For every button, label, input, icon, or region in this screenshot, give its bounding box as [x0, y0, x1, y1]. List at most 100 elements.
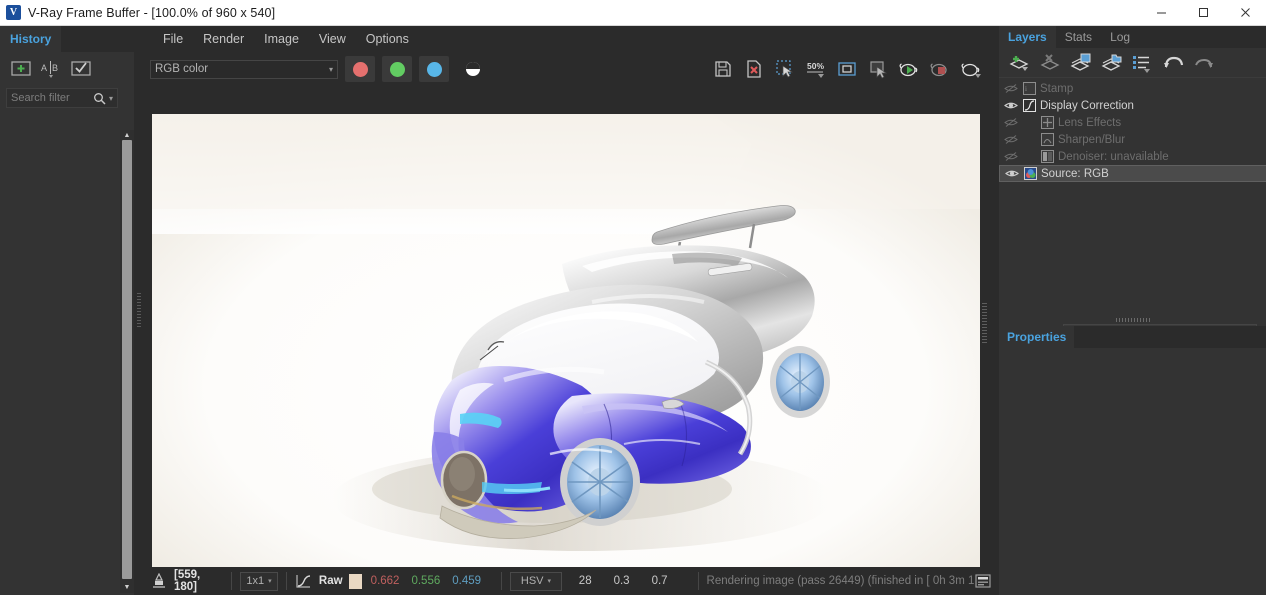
history-toolbar: A B [0, 52, 134, 86]
render-status-message: Rendering image (pass 26449) (finished i… [707, 575, 975, 587]
eye-off-icon[interactable] [1003, 117, 1019, 128]
zoom-50-percent-icon[interactable]: 50% [802, 55, 830, 83]
history-scrollbar[interactable]: ▲ ▼ [120, 130, 134, 593]
search-icon[interactable] [93, 92, 106, 105]
alpha-channel-button[interactable] [459, 55, 487, 83]
save-image-icon[interactable] [709, 55, 737, 83]
blue-channel-button[interactable] [419, 56, 449, 82]
layer-row[interactable]: i Stamp [999, 80, 1266, 97]
green-dot-icon [390, 62, 405, 77]
pixel-probe-icon[interactable] [152, 573, 166, 589]
add-history-icon[interactable] [10, 59, 32, 79]
splitter-grip [982, 303, 987, 343]
scroll-up-arrow[interactable]: ▲ [123, 131, 131, 139]
green-channel-button[interactable] [382, 56, 412, 82]
history-main-splitter[interactable] [134, 26, 144, 595]
channel-select[interactable]: RGB color ▾ [150, 60, 338, 79]
menu-render[interactable]: Render [194, 29, 253, 49]
rear-wheel [770, 346, 830, 418]
color-mode-select[interactable]: HSV ▾ [510, 572, 562, 591]
layer-label: Lens Effects [1058, 117, 1121, 129]
scroll-down-arrow[interactable]: ▼ [123, 583, 131, 591]
region-select-icon[interactable] [771, 55, 799, 83]
load-layer-icon[interactable] [1100, 52, 1124, 74]
tab-layers[interactable]: Layers [999, 26, 1056, 48]
search-options-icon[interactable]: ▾ [109, 94, 113, 103]
right-panel: Layers Stats Log [999, 26, 1266, 595]
render-region-icon[interactable] [864, 55, 892, 83]
layer-presets-icon[interactable] [1131, 52, 1153, 74]
red-value: 0.662 [371, 575, 400, 587]
layer-list[interactable]: i Stamp Display Correction [999, 78, 1266, 182]
start-render-icon[interactable] [895, 55, 923, 83]
image-viewport[interactable] [152, 88, 980, 558]
green-value: 0.556 [411, 575, 440, 587]
eye-on-icon[interactable] [1004, 168, 1020, 179]
raw-label: Raw [319, 575, 343, 587]
stop-render-icon[interactable] [926, 55, 954, 83]
hue-value: 28 [579, 575, 592, 587]
divider [501, 572, 502, 590]
status-bar: [559, 180] 1x1 ▾ Raw 0.662 0.556 0.459 H… [144, 567, 999, 595]
maximize-button[interactable] [1182, 0, 1224, 26]
add-layer-icon[interactable] [1007, 52, 1031, 74]
image-toolbar: RGB color ▾ [144, 52, 999, 86]
sharpen-thumb-icon [1041, 133, 1054, 146]
window-controls [1140, 0, 1266, 26]
properties-tabbar: Properties [999, 326, 1266, 348]
undo-icon[interactable] [1163, 54, 1185, 72]
menu-file[interactable]: File [154, 29, 192, 49]
menu-options[interactable]: Options [357, 29, 418, 49]
render-canvas[interactable] [152, 114, 980, 584]
title-bar: V V-Ray Frame Buffer - [100.0% of 960 x … [0, 0, 1266, 26]
viewport-right-splitter[interactable] [980, 88, 990, 558]
scrollbar-thumb[interactable] [122, 140, 132, 579]
search-input[interactable] [11, 92, 90, 104]
save-layer-icon[interactable] [1069, 52, 1093, 74]
layer-row[interactable]: Display Correction [999, 97, 1266, 114]
lens-thumb-icon [1041, 116, 1054, 129]
divider [698, 572, 699, 590]
svg-text:B: B [52, 63, 58, 73]
tab-history[interactable]: History [0, 26, 61, 52]
layer-row[interactable]: Lens Effects [999, 114, 1266, 131]
color-swatch [349, 574, 362, 589]
menu-image[interactable]: Image [255, 29, 308, 49]
close-button[interactable] [1224, 0, 1266, 26]
chevron-down-icon: ▾ [548, 577, 552, 585]
eye-off-icon[interactable] [1003, 134, 1019, 145]
minimize-button[interactable] [1140, 0, 1182, 26]
red-channel-button[interactable] [345, 56, 375, 82]
delete-layer-icon[interactable] [1038, 52, 1062, 74]
tab-properties[interactable]: Properties [999, 326, 1074, 348]
toolbar-right-buttons: 50% [709, 55, 993, 83]
svg-text:i: i [1025, 85, 1027, 93]
layers-toolbar [999, 48, 1266, 78]
tab-log[interactable]: Log [1101, 26, 1139, 48]
compare-ab-icon[interactable]: A B [40, 59, 62, 79]
curve-icon[interactable] [295, 573, 311, 589]
svg-text:A: A [41, 63, 47, 73]
color-mode-value: HSV [521, 575, 544, 587]
tab-stats[interactable]: Stats [1056, 26, 1101, 48]
chevron-down-icon: ▾ [329, 65, 333, 74]
history-search-box[interactable]: ▾ [6, 88, 118, 108]
log-panel-icon[interactable] [975, 574, 991, 588]
save-history-icon[interactable] [70, 59, 92, 79]
layer-row[interactable]: Denoiser: unavailable [999, 148, 1266, 165]
redo-icon[interactable] [1192, 54, 1214, 72]
divider [231, 572, 232, 590]
eye-off-icon[interactable] [1003, 83, 1019, 94]
menu-view[interactable]: View [310, 29, 355, 49]
fit-frame-icon[interactable] [833, 55, 861, 83]
main-area: File Render Image View Options RGB color… [144, 26, 999, 595]
eye-off-icon[interactable] [1003, 151, 1019, 162]
clear-image-icon[interactable] [740, 55, 768, 83]
history-list[interactable] [0, 136, 120, 595]
right-panel-tabbar: Layers Stats Log [999, 26, 1266, 48]
rerender-icon[interactable] [957, 55, 985, 83]
sample-size-select[interactable]: 1x1 ▾ [240, 572, 278, 591]
eye-on-icon[interactable] [1003, 100, 1019, 111]
layer-row[interactable]: Sharpen/Blur [999, 131, 1266, 148]
layer-row[interactable]: Source: RGB [999, 165, 1266, 182]
